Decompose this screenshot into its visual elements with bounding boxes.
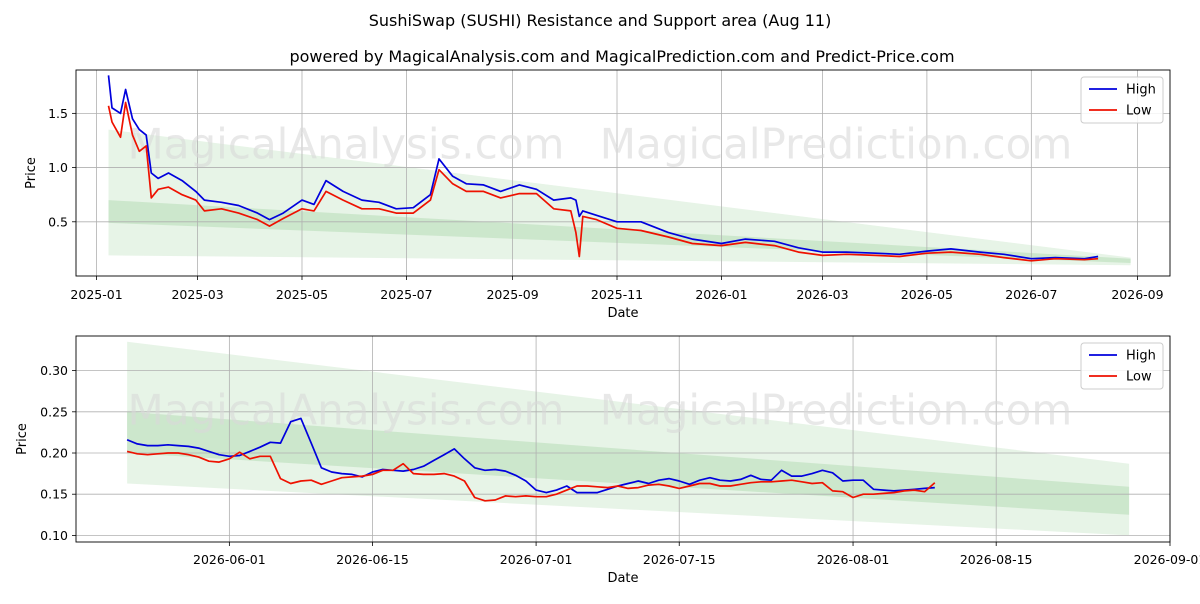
- panel-2-x-tick-label-2: 2026-06-15: [336, 552, 409, 567]
- panel-1-y-tick-label-1: 0.5: [48, 214, 68, 229]
- panel-1-y-tick-label-3: 1.5: [48, 106, 68, 121]
- panel-2-y-tick-label-5: 0.30: [40, 363, 68, 378]
- panel-2-x-tick-label-5: 2026-08-01: [817, 552, 890, 567]
- chart-figure: SushiSwap (SUSHI) Resistance and Support…: [0, 0, 1200, 600]
- chart-subtitle: powered by MagicalAnalysis.com and Magic…: [289, 47, 954, 66]
- panel-2-watermark-left: MagicalAnalysis.com: [128, 386, 565, 435]
- panel-2-legend-label-low: Low: [1126, 370, 1152, 385]
- panel-1-watermark-right: MagicalPrediction.com: [600, 120, 1073, 169]
- panel-1: 2025-01 2025-03 2025-05 2025-07 2025-09 2025-…: [24, 69, 1171, 321]
- panel-1-x-tick-label-1: 2025-01: [70, 287, 122, 302]
- panel-1-x-axis-label: Date: [607, 306, 638, 321]
- panel-1-x-tick-label-3: 2025-05: [276, 287, 328, 302]
- panels-group: 2025-01 2025-03 2025-05 2025-07 2025-09 2025-…: [15, 69, 1200, 586]
- panel-2-x-tick-label-7: 2026-09-01: [1134, 552, 1200, 567]
- chart-svg: SushiSwap (SUSHI) Resistance and Support…: [15, 11, 1200, 586]
- panel-1-legend-label-high: High: [1126, 83, 1156, 98]
- panel-1-x-tick-label-5: 2025-09: [486, 287, 538, 302]
- panel-2-x-tick-label-1: 2026-06-01: [193, 552, 266, 567]
- panel-2-x-tick-label-6: 2026-08-15: [960, 552, 1033, 567]
- panel-1-legend: High Low: [1080, 76, 1164, 124]
- panel-2-y-tick-label-3: 0.20: [40, 446, 68, 461]
- panel-1-x-tick-label-11: 2026-09: [1111, 287, 1163, 302]
- panel-1-x-tick-label-9: 2026-05: [901, 287, 953, 302]
- panel-1-watermark-left: MagicalAnalysis.com: [128, 120, 565, 169]
- panel-2: 2026-06-01 2026-06-15 2026-07-01 2026-07-15…: [15, 335, 1200, 586]
- panel-1-y-tick-label-2: 1.0: [48, 160, 68, 175]
- panel-2-y-tick-label-4: 0.25: [40, 404, 68, 419]
- panel-2-legend: High Low: [1080, 342, 1164, 390]
- panel-2-y-tick-label-2: 0.15: [40, 487, 68, 502]
- panel-2-x-axis-label: Date: [607, 571, 638, 586]
- panel-1-x-tick-label-6: 2025-11: [591, 287, 643, 302]
- panel-2-y-tick-label-1: 0.10: [40, 528, 68, 543]
- panel-1-y-axis-label: Price: [24, 157, 39, 189]
- panel-1-legend-label-low: Low: [1126, 104, 1152, 119]
- panel-1-x-tick-label-2: 2025-03: [171, 287, 223, 302]
- panel-1-x-tick-label-4: 2025-07: [380, 287, 432, 302]
- panel-2-x-tick-label-3: 2026-07-01: [500, 552, 573, 567]
- chart-title: SushiSwap (SUSHI) Resistance and Support…: [369, 11, 832, 30]
- panel-1-x-tick-label-7: 2026-01: [695, 287, 747, 302]
- panel-2-y-axis-label: Price: [15, 423, 30, 455]
- panel-1-x-tick-label-10: 2026-07: [1005, 287, 1057, 302]
- panel-2-watermark-right: MagicalPrediction.com: [600, 386, 1073, 435]
- panel-2-x-tick-label-4: 2026-07-15: [643, 552, 716, 567]
- panel-1-x-tick-label-8: 2026-03: [796, 287, 848, 302]
- panel-2-legend-label-high: High: [1126, 349, 1156, 364]
